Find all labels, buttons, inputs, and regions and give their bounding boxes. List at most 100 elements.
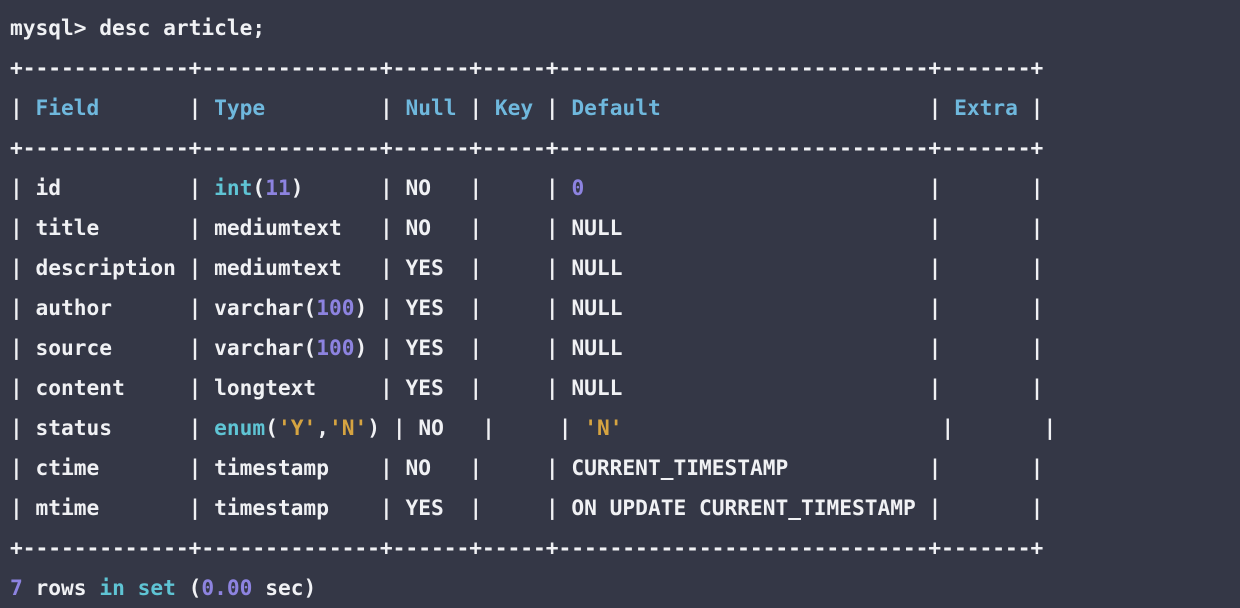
table-border-pipe: |	[941, 415, 955, 440]
cell-pad	[265, 95, 380, 120]
cell-pad	[967, 415, 1044, 440]
cell-pad	[941, 95, 954, 120]
cell-pad	[303, 175, 380, 200]
cell-default-mtime-t0: ON UPDATE CURRENT_TIMESTAMP	[571, 495, 916, 520]
cell-pad	[23, 455, 36, 480]
cell-pad	[342, 255, 380, 280]
cell-pad	[329, 455, 380, 480]
table-border-pipe: |	[10, 495, 23, 520]
table-border-pipe: |	[469, 455, 483, 480]
cell-pad	[23, 575, 36, 600]
table-border-pipe: |	[1030, 375, 1044, 400]
cell-pad	[622, 255, 928, 280]
cell-pad	[112, 415, 189, 440]
table-row: | title | mediumtext | NO | | NULL | |	[10, 208, 1240, 248]
table-border-pipe: |	[1030, 335, 1044, 360]
cell-pad	[623, 415, 942, 440]
table-border-pipe: |	[928, 255, 942, 280]
cell-pad	[495, 375, 546, 400]
cell-pad	[622, 295, 928, 320]
cell-pad	[23, 415, 36, 440]
cell-pad	[367, 295, 380, 320]
cell-pad	[482, 175, 495, 200]
table-border-pipe: |	[379, 375, 393, 400]
cell-pad	[393, 95, 406, 120]
table-border-pipe: |	[469, 215, 483, 240]
cell-type-description-t0: mediumtext	[214, 255, 342, 280]
terminal-output: mysql> desc article; +-------------+-----…	[0, 0, 1240, 606]
table-border-pipe: |	[188, 95, 202, 120]
cell-type-status-t2: 'Y'	[277, 415, 317, 440]
table-row: | ctime | timestamp | NO | | CURRENT_TIM…	[10, 448, 1240, 488]
cell-field-status-t0: status	[35, 415, 113, 440]
cell-pad	[61, 175, 189, 200]
cell-pad	[457, 95, 470, 120]
table-border-pipe: |	[379, 495, 393, 520]
table-border-pipe: |	[10, 215, 23, 240]
cell-pad	[495, 215, 546, 240]
table-border-pipe: |	[380, 295, 393, 320]
cell-pad	[482, 215, 495, 240]
table-border-pipe: |	[188, 215, 202, 240]
cell-pad	[941, 495, 954, 520]
table-border-pipe: |	[379, 215, 393, 240]
cell-type-content-t0: longtext	[214, 375, 317, 400]
table-border-pipe: |	[188, 455, 202, 480]
column-header-null: Null	[405, 95, 457, 120]
column-header-default: Default	[571, 95, 661, 120]
table-separator-line: +-------------+--------------+------+---…	[10, 128, 1240, 168]
table-border-pipe: |	[10, 455, 23, 480]
table-border-pipe: |	[188, 175, 202, 200]
table-border-pipe: |	[469, 175, 483, 200]
table-border-pipe: |	[469, 95, 483, 120]
cell-pad	[201, 295, 214, 320]
cell-pad	[393, 215, 406, 240]
cell-pad	[444, 375, 470, 400]
table-row: | author | varchar(100) | YES | | NULL |…	[10, 288, 1240, 328]
cell-pad	[482, 295, 495, 320]
cell-pad	[99, 95, 188, 120]
cell-pad	[954, 215, 1031, 240]
cell-pad	[495, 415, 508, 440]
status-elapsed-seconds: 0.00	[201, 575, 253, 600]
table-border-pipe: |	[10, 255, 23, 280]
cell-pad	[941, 255, 954, 280]
cell-type-ctime-t0: timestamp	[214, 455, 329, 480]
table-border-pipe: |	[928, 455, 942, 480]
cell-default-status-t0: 'N'	[584, 415, 623, 440]
cell-pad	[23, 335, 36, 360]
cell-pad	[393, 255, 406, 280]
table-border-pipe: |	[10, 415, 23, 440]
cell-field-mtime-t0: mtime	[35, 495, 100, 520]
cell-pad	[482, 495, 495, 520]
cell-default-id-t0: 0	[571, 175, 585, 200]
cell-pad	[176, 255, 189, 280]
column-header-extra: Extra	[954, 95, 1018, 120]
cell-pad	[622, 375, 928, 400]
cell-type-author-t3: )	[354, 295, 368, 320]
table-border-pipe: |	[188, 335, 202, 360]
cell-pad	[125, 375, 189, 400]
table-row: | id | int(11) | NO | | 0 | |	[10, 168, 1240, 208]
table-border-pipe: |	[928, 375, 942, 400]
table-border-pipe: |	[469, 375, 483, 400]
table-border-pipe: |	[545, 95, 559, 120]
table-border-pipe: |	[380, 255, 393, 280]
table-border-pipe: |	[928, 215, 942, 240]
cell-pad	[23, 295, 36, 320]
table-border-pipe: |	[1030, 175, 1044, 200]
table-border-pipe: |	[1030, 255, 1044, 280]
cell-field-source-t0: source	[35, 335, 113, 360]
cell-pad	[954, 295, 1031, 320]
cell-pad	[495, 455, 546, 480]
table-border-pipe: |	[928, 295, 942, 320]
cell-pad	[559, 295, 572, 320]
table-border-pipe: |	[188, 415, 202, 440]
table-border-pipe: |	[545, 335, 559, 360]
cell-default-content-t0: NULL	[571, 375, 623, 400]
cell-field-author-t0: author	[35, 295, 113, 320]
cell-pad	[342, 215, 380, 240]
cell-pad	[201, 495, 214, 520]
cell-pad	[393, 375, 406, 400]
cell-pad	[201, 255, 214, 280]
